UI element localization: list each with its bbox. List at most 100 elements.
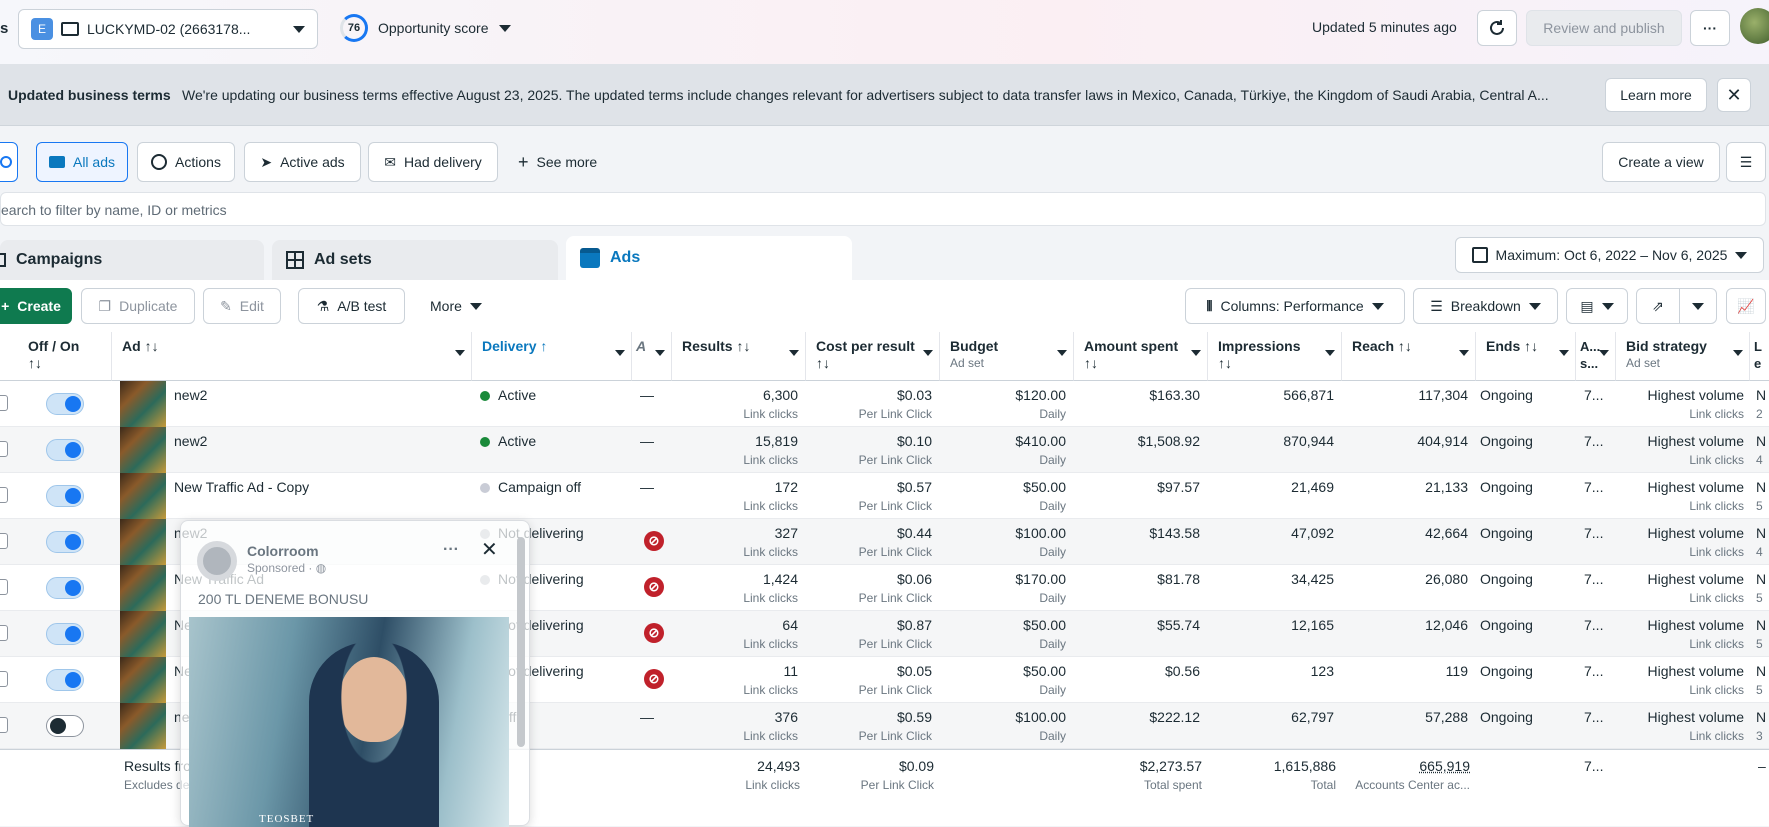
post-menu-icon[interactable]: ···: [443, 541, 459, 559]
l-value: N: [1756, 387, 1766, 403]
active-ads-filter[interactable]: ➤ Active ads: [244, 142, 361, 182]
reach-cell: 21,133: [1350, 479, 1468, 495]
header-offon[interactable]: Off / On ↑↓: [18, 332, 112, 381]
header-delivery[interactable]: Delivery ↑: [472, 332, 632, 381]
header-ad[interactable]: Ad ↑↓: [112, 332, 472, 381]
bid-value: Highest volume: [1648, 617, 1745, 633]
header-ends[interactable]: Ends ↑↓: [1476, 332, 1576, 381]
l-cell: N4: [1756, 433, 1766, 468]
ad-creative-image: TEOSBET: [189, 617, 509, 827]
totals-amount-sub: Total spent: [1082, 777, 1202, 793]
header-results[interactable]: Results ↑↓: [672, 332, 806, 381]
tab-campaigns[interactable]: Campaigns: [0, 240, 264, 280]
search-input[interactable]: earch to filter by name, ID or metrics: [0, 192, 1766, 226]
header-as[interactable]: A... s...: [1576, 332, 1616, 381]
warning-icon[interactable]: ⊘: [644, 669, 664, 689]
ad-thumbnail[interactable]: [120, 381, 166, 427]
header-a[interactable]: A: [632, 332, 672, 381]
ad-thumbnail[interactable]: [120, 519, 166, 565]
table-row[interactable]: new2 Active — 6,300 Link clicks $0.03 Per Link…: [0, 381, 1769, 427]
row-checkbox[interactable]: [0, 625, 8, 641]
header-impressions[interactable]: Impressions ↑↓: [1208, 332, 1342, 381]
ab-test-button[interactable]: ⚗ A/B test: [298, 288, 405, 324]
row-toggle[interactable]: [46, 393, 84, 415]
row-checkbox[interactable]: [0, 671, 8, 687]
actions-filter[interactable]: Actions: [137, 142, 235, 182]
results-value: 11: [783, 663, 798, 679]
duplicate-button[interactable]: ❐ Duplicate: [81, 288, 195, 324]
totals-cpr-sub: Per Link Click: [814, 777, 934, 793]
row-toggle[interactable]: [46, 531, 84, 553]
ad-name[interactable]: new2: [174, 387, 207, 403]
tab-ads[interactable]: Ads: [566, 236, 852, 280]
export-dropdown[interactable]: [1679, 288, 1717, 324]
opportunity-score[interactable]: 76 Opportunity score: [340, 14, 511, 42]
row-checkbox[interactable]: [0, 441, 8, 457]
close-preview-button[interactable]: ✕: [481, 537, 498, 562]
row-checkbox[interactable]: [0, 395, 8, 411]
header-amount-spent[interactable]: Amount spent ↑↓: [1074, 332, 1208, 381]
row-checkbox[interactable]: [0, 717, 8, 733]
l-sub: 4: [1756, 452, 1766, 468]
row-checkbox[interactable]: [0, 533, 8, 549]
header-l[interactable]: L e: [1750, 332, 1769, 381]
row-toggle[interactable]: [46, 439, 84, 461]
header-cost-per-result[interactable]: Cost per result ↑↓: [806, 332, 940, 381]
columns-icon: ⦀: [1206, 298, 1212, 315]
ad-name[interactable]: new2: [174, 433, 207, 449]
view-settings-button[interactable]: ☰: [1726, 142, 1766, 182]
ad-thumbnail[interactable]: [120, 703, 166, 749]
export-button[interactable]: ⇗: [1636, 288, 1680, 324]
columns-button[interactable]: ⦀ Columns: Performance: [1185, 288, 1405, 324]
row-checkbox[interactable]: [0, 487, 8, 503]
row-toggle[interactable]: [46, 577, 84, 599]
charts-button[interactable]: 📈: [1726, 288, 1766, 324]
learn-more-button[interactable]: Learn more: [1605, 78, 1707, 112]
l-cell: N2: [1756, 387, 1766, 422]
row-toggle[interactable]: [46, 623, 84, 645]
edit-button[interactable]: ✎ Edit: [203, 288, 281, 324]
had-delivery-filter[interactable]: ✉ Had delivery: [368, 142, 498, 182]
row-checkbox[interactable]: [0, 579, 8, 595]
close-banner-button[interactable]: ✕: [1717, 78, 1751, 112]
create-view-button[interactable]: Create a view: [1602, 142, 1720, 182]
more-options-button[interactable]: ···: [1690, 10, 1730, 46]
ad-thumbnail[interactable]: [120, 565, 166, 611]
create-button[interactable]: + Create: [0, 288, 72, 324]
search-toggle-button[interactable]: [0, 142, 18, 182]
see-more-button[interactable]: + See more: [518, 154, 597, 170]
refresh-button[interactable]: [1477, 10, 1517, 46]
header-bid-strategy[interactable]: Bid strategy Ad set: [1616, 332, 1750, 381]
delivery-label: Active: [498, 433, 536, 449]
row-toggle[interactable]: [46, 715, 84, 737]
row-toggle[interactable]: [46, 669, 84, 691]
breakdown-button[interactable]: ☰ Breakdown: [1413, 288, 1558, 324]
ad-thumbnail[interactable]: [120, 657, 166, 703]
warning-icon[interactable]: ⊘: [644, 623, 664, 643]
more-button[interactable]: More: [430, 298, 482, 314]
warning-icon[interactable]: ⊘: [644, 531, 664, 551]
reports-button[interactable]: ▤: [1566, 288, 1628, 324]
table-row[interactable]: New Traffic Ad - Copy Campaign off — 172 Lin…: [0, 473, 1769, 519]
ad-thumbnail[interactable]: [120, 611, 166, 657]
date-range-picker[interactable]: Maximum: Oct 6, 2022 – Nov 6, 2025: [1455, 237, 1764, 273]
sponsored-label: Sponsored · ◍: [247, 561, 326, 575]
review-publish-button[interactable]: Review and publish: [1526, 10, 1682, 46]
header-reach[interactable]: Reach ↑↓: [1342, 332, 1476, 381]
bid-cell: Highest volume Link clicks: [1616, 387, 1744, 422]
results-value: 327: [775, 525, 798, 541]
export-icon: ⇗: [1652, 298, 1664, 315]
header-budget[interactable]: Budget Ad set: [940, 332, 1074, 381]
avatar[interactable]: [1740, 8, 1769, 44]
warning-icon[interactable]: ⊘: [644, 577, 664, 597]
tab-adsets[interactable]: Ad sets: [272, 240, 558, 280]
ad-thumbnail[interactable]: [120, 427, 166, 473]
ad-thumbnail[interactable]: [120, 473, 166, 519]
account-selector[interactable]: E LUCKYMD-02 (2663178...: [18, 9, 318, 49]
popup-scrollbar[interactable]: [517, 537, 525, 747]
row-toggle[interactable]: [46, 485, 84, 507]
ends-cell: Ongoing: [1480, 525, 1533, 541]
table-row[interactable]: new2 Active — 15,819 Link clicks $0.10 Per Lin…: [0, 427, 1769, 473]
all-ads-filter[interactable]: All ads: [36, 142, 128, 182]
ad-name[interactable]: New Traffic Ad - Copy: [174, 479, 309, 495]
